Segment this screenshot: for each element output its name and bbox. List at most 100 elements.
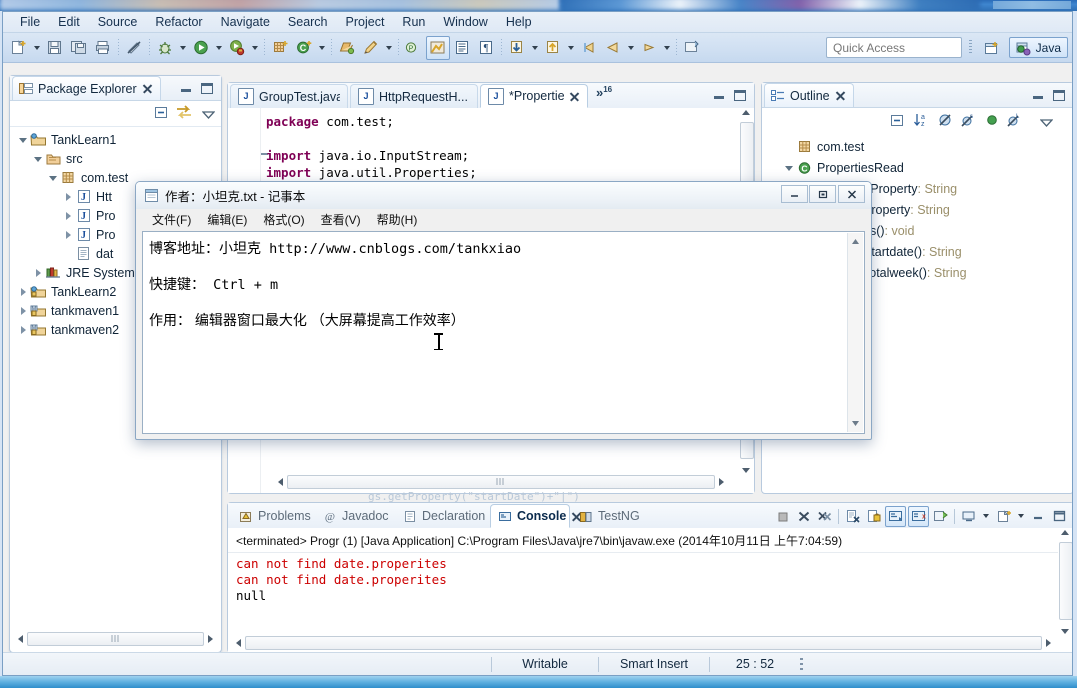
- dropdown-arrow-icon[interactable]: [383, 37, 395, 59]
- open-perspective-icon[interactable]: [982, 38, 1002, 57]
- scroll-up-arrow[interactable]: [742, 110, 750, 115]
- expand-arrow-icon[interactable]: [784, 162, 795, 173]
- save-all-icon[interactable]: [67, 36, 91, 60]
- collapse-all-icon[interactable]: [153, 105, 169, 123]
- tab-outline[interactable]: Outline: [764, 83, 854, 107]
- scroll-right-arrow[interactable]: [204, 632, 217, 645]
- os-window-buttons[interactable]: [993, 1, 1071, 9]
- notepad-menu-1[interactable]: 编辑(E): [199, 210, 255, 229]
- maximize-icon[interactable]: [1052, 89, 1065, 101]
- display-selected-console-icon[interactable]: [959, 507, 978, 526]
- menu-file[interactable]: File: [11, 13, 49, 31]
- pilcrow-icon[interactable]: ¶: [474, 36, 498, 60]
- minimize-button[interactable]: [781, 185, 808, 203]
- editor-overflow-chevron[interactable]: »16: [596, 85, 612, 100]
- hide-static-icon[interactable]: s: [960, 112, 977, 131]
- dropdown-arrow-icon[interactable]: [1015, 505, 1027, 527]
- console-tab-console[interactable]: Console: [490, 504, 570, 528]
- editor-maximize-icon[interactable]: [733, 89, 746, 101]
- expand-arrow-icon[interactable]: [18, 305, 29, 316]
- open-console-icon[interactable]: [994, 507, 1013, 526]
- minimize-icon[interactable]: [1029, 507, 1048, 526]
- notepad-menu-2[interactable]: 格式(O): [255, 210, 312, 229]
- scroll-track[interactable]: [287, 475, 715, 489]
- remove-all-terminated-icon[interactable]: [815, 507, 834, 526]
- expand-arrow-icon[interactable]: [33, 267, 44, 278]
- menu-project[interactable]: Project: [337, 13, 394, 31]
- scroll-up-arrow[interactable]: [1061, 530, 1069, 535]
- scroll-left-arrow[interactable]: [232, 636, 245, 649]
- outline-item-0[interactable]: com.test: [762, 136, 1073, 157]
- scroll-lock-icon[interactable]: [864, 507, 883, 526]
- show-console-on-error-icon[interactable]: x: [908, 506, 929, 527]
- menu-run[interactable]: Run: [393, 13, 434, 31]
- console-body[interactable]: <terminated> Progr (1) [Java Application…: [228, 528, 1073, 652]
- new-java-package-icon[interactable]: [268, 36, 292, 60]
- link-with-editor-icon[interactable]: [175, 104, 193, 123]
- dropdown-arrow-icon[interactable]: [316, 37, 328, 59]
- scroll-left-arrow[interactable]: [274, 475, 287, 488]
- remove-launch-icon[interactable]: [794, 507, 813, 526]
- notepad-menu-3[interactable]: 查看(V): [313, 210, 369, 229]
- dropdown-arrow-icon[interactable]: [565, 37, 577, 59]
- view-menu-icon[interactable]: [202, 109, 215, 123]
- dropdown-arrow-icon[interactable]: [980, 505, 992, 527]
- minimize-icon[interactable]: [1032, 89, 1045, 101]
- forward-icon[interactable]: [637, 36, 661, 60]
- minimize-icon[interactable]: [180, 82, 193, 94]
- back-icon[interactable]: [601, 36, 625, 60]
- debug-icon[interactable]: [153, 36, 177, 60]
- expand-arrow-icon[interactable]: [63, 210, 74, 221]
- sort-icon[interactable]: a z: [913, 112, 930, 131]
- dropdown-arrow-icon[interactable]: [177, 37, 189, 59]
- hide-fields-icon[interactable]: [937, 112, 954, 131]
- scroll-right-arrow[interactable]: [715, 475, 728, 488]
- menu-help[interactable]: Help: [497, 13, 541, 31]
- expand-arrow-icon[interactable]: [33, 153, 44, 164]
- package-explorer-hscrollbar[interactable]: [14, 631, 217, 646]
- dropdown-arrow-icon[interactable]: [661, 37, 673, 59]
- perspective-java-button[interactable]: Java: [1009, 37, 1068, 58]
- toggle-mark-occurrences-icon[interactable]: [122, 36, 146, 60]
- maximize-icon[interactable]: [200, 82, 213, 94]
- terminate-icon[interactable]: [773, 507, 792, 526]
- run-icon[interactable]: [189, 36, 213, 60]
- toolbar-grip[interactable]: [969, 40, 972, 55]
- tab-package-explorer[interactable]: Package Explorer: [12, 76, 161, 100]
- show-console-on-output-icon[interactable]: [885, 506, 906, 527]
- menu-window[interactable]: Window: [434, 13, 496, 31]
- console-hscrollbar[interactable]: [232, 635, 1055, 650]
- dropdown-arrow-icon[interactable]: [213, 37, 225, 59]
- tree-item-tanklearn1[interactable]: TankLearn1: [10, 130, 221, 149]
- vscroll-track[interactable]: [1059, 542, 1073, 620]
- notepad-window[interactable]: 作者：小坦克.txt - 记事本 文件(F)编辑(E)格式(O)查看(V)帮助(…: [135, 181, 872, 440]
- previous-annotation-icon[interactable]: P: [402, 36, 426, 60]
- view-menu-icon[interactable]: [1040, 117, 1053, 131]
- scroll-right-arrow[interactable]: [1042, 636, 1055, 649]
- maximize-icon[interactable]: [1050, 507, 1069, 526]
- pin-editor-icon[interactable]: [680, 36, 704, 60]
- scroll-thumb-grip[interactable]: [111, 635, 120, 642]
- show-whitespace-icon[interactable]: [450, 36, 474, 60]
- expand-arrow-icon[interactable]: [48, 172, 59, 183]
- notepad-menu-4[interactable]: 帮助(H): [369, 210, 426, 229]
- close-icon[interactable]: [142, 83, 153, 94]
- scroll-down-arrow[interactable]: [742, 468, 750, 473]
- dropdown-arrow-icon[interactable]: [529, 37, 541, 59]
- hide-nonpublic-icon[interactable]: [986, 114, 999, 129]
- open-type-icon[interactable]: [335, 36, 359, 60]
- new-java-class-icon[interactable]: C: [292, 36, 316, 60]
- menu-source[interactable]: Source: [89, 13, 147, 31]
- previous-annotation-up-icon[interactable]: [541, 36, 565, 60]
- scroll-track[interactable]: [245, 636, 1042, 650]
- menu-navigate[interactable]: Navigate: [212, 13, 279, 31]
- editor-hscrollbar[interactable]: [274, 474, 728, 489]
- close-icon[interactable]: [569, 91, 580, 102]
- menu-edit[interactable]: Edit: [49, 13, 89, 31]
- scroll-thumb-grip[interactable]: [497, 478, 506, 485]
- notepad-title-bar[interactable]: 作者：小坦克.txt - 记事本: [136, 182, 871, 209]
- notepad-text-area[interactable]: 博客地址：小坦克 http://www.cnblogs.com/tankxiao…: [142, 231, 865, 434]
- expand-arrow-icon[interactable]: [18, 286, 29, 297]
- external-tools-icon[interactable]: [225, 36, 249, 60]
- tree-item-src[interactable]: src: [10, 149, 221, 168]
